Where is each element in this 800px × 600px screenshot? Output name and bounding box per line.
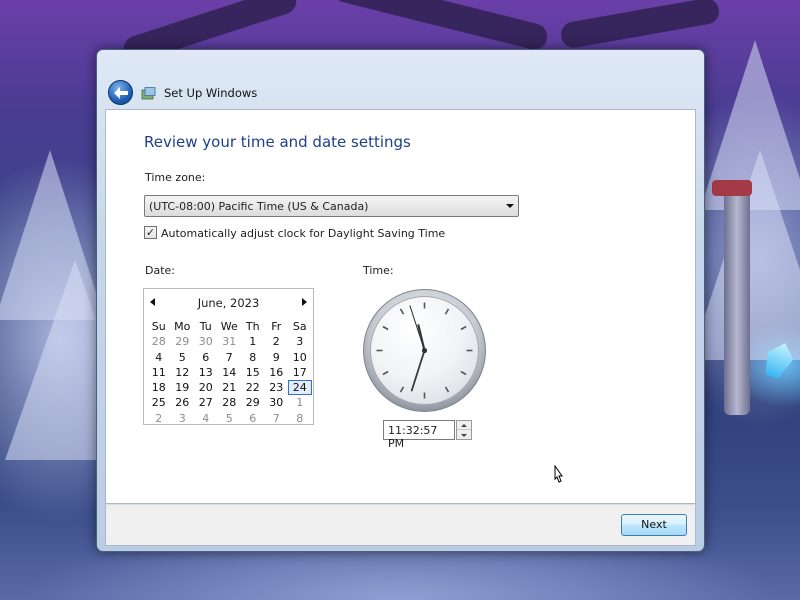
calendar-day[interactable]: 3 (288, 334, 312, 349)
calendar-day[interactable]: 1 (241, 334, 265, 349)
next-button[interactable]: Next (621, 514, 687, 536)
spin-down-button[interactable] (457, 431, 471, 440)
calendar-day[interactable]: 30 (265, 395, 289, 410)
calendar-day[interactable]: 11 (147, 365, 171, 380)
calendar-day[interactable]: 23 (265, 380, 289, 395)
date-label: Date: (145, 264, 175, 277)
tree-branch (330, 0, 550, 53)
calendar-day[interactable]: 10 (288, 350, 312, 365)
calendar-day[interactable]: 17 (288, 365, 312, 380)
calendar-day[interactable]: 20 (194, 380, 218, 395)
calendar-day[interactable]: 8 (288, 411, 312, 426)
calendar-day[interactable]: 4 (194, 411, 218, 426)
calendar-day[interactable]: 18 (147, 380, 171, 395)
calendar-day[interactable]: 28 (218, 395, 242, 410)
dst-checkbox[interactable]: ✓ (144, 226, 157, 239)
calendar-day[interactable]: 12 (171, 365, 195, 380)
weekday-header: Fr (271, 320, 282, 333)
timezone-dropdown[interactable]: (UTC-08:00) Pacific Time (US & Canada) (144, 195, 519, 217)
timezone-selected-value: (UTC-08:00) Pacific Time (US & Canada) (149, 200, 369, 213)
calendar-day[interactable]: 9 (265, 350, 289, 365)
calendar-day[interactable]: 7 (218, 350, 242, 365)
footer-bar: Next (105, 504, 696, 546)
calendar-day[interactable]: 5 (218, 411, 242, 426)
calendar-day[interactable]: 25 (147, 395, 171, 410)
calendar-grid: Su Mo Tu We Th Fr Sa 28 29 30 31 1 2 3 4… (147, 319, 312, 426)
pipe-decoration (724, 185, 750, 415)
pipe-cap-decoration (712, 180, 752, 196)
calendar-day[interactable]: 26 (171, 395, 195, 410)
mouse-cursor-icon (554, 465, 563, 483)
back-button[interactable] (108, 80, 133, 105)
calendar-day[interactable]: 8 (241, 350, 265, 365)
calendar-day[interactable]: 28 (147, 334, 171, 349)
time-spinner (456, 420, 472, 440)
weekday-header: Th (245, 320, 260, 333)
dropdown-arrow-icon (506, 204, 514, 208)
calendar-day[interactable]: 13 (194, 365, 218, 380)
back-arrow-icon (113, 86, 128, 99)
dst-label[interactable]: Automatically adjust clock for Daylight … (161, 227, 445, 240)
tree-branch (558, 0, 722, 50)
calendar-day[interactable]: 5 (171, 350, 195, 365)
calendar-day[interactable]: 1 (288, 395, 312, 410)
calendar-month-title[interactable]: June, 2023 (144, 296, 313, 310)
weekday-header: Sa (292, 320, 307, 333)
calendar-day[interactable]: 2 (147, 411, 171, 426)
calendar-day[interactable]: 30 (194, 334, 218, 349)
spin-down-icon (461, 434, 467, 437)
calendar-day[interactable]: 4 (147, 350, 171, 365)
calendar-day[interactable]: 19 (171, 380, 195, 395)
weekday-header: Mo (174, 320, 191, 333)
calendar-day-selected[interactable]: 24 (288, 380, 312, 396)
calendar-day[interactable]: 15 (241, 365, 265, 380)
spin-up-button[interactable] (457, 421, 471, 430)
time-input[interactable]: 11:32:57 PM (383, 420, 455, 450)
calendar-day[interactable]: 21 (218, 380, 242, 395)
content-panel: Review your time and date settings Time … (105, 109, 696, 504)
calendar-day[interactable]: 27 (194, 395, 218, 410)
calendar-day[interactable]: 31 (218, 334, 242, 349)
time-label: Time: (363, 264, 394, 277)
title-bar: Set Up Windows (97, 50, 704, 110)
setup-window: Set Up Windows Review your time and date… (96, 49, 705, 552)
calendar-day[interactable]: 29 (171, 334, 195, 349)
calendar: June, 2023 Su Mo Tu We Th Fr Sa 28 29 30… (143, 288, 314, 425)
weekday-header: Su (151, 320, 166, 333)
setup-icon (141, 87, 156, 100)
calendar-day[interactable]: 6 (194, 350, 218, 365)
calendar-day[interactable]: 16 (265, 365, 289, 380)
clock-center (421, 347, 428, 354)
window-title: Set Up Windows (164, 86, 258, 100)
page-heading: Review your time and date settings (144, 133, 411, 151)
calendar-day[interactable]: 2 (265, 334, 289, 349)
spin-up-icon (461, 423, 467, 427)
calendar-day[interactable]: 3 (171, 411, 195, 426)
weekday-header: We (220, 320, 238, 333)
calendar-day[interactable]: 7 (265, 411, 289, 426)
calendar-day[interactable]: 6 (241, 411, 265, 426)
weekday-header: Tu (199, 320, 212, 333)
calendar-day[interactable]: 29 (241, 395, 265, 410)
timezone-label: Time zone: (145, 171, 206, 184)
analog-clock (363, 289, 486, 412)
calendar-day[interactable]: 14 (218, 365, 242, 380)
calendar-day[interactable]: 22 (241, 380, 265, 395)
next-month-icon[interactable] (302, 298, 307, 306)
